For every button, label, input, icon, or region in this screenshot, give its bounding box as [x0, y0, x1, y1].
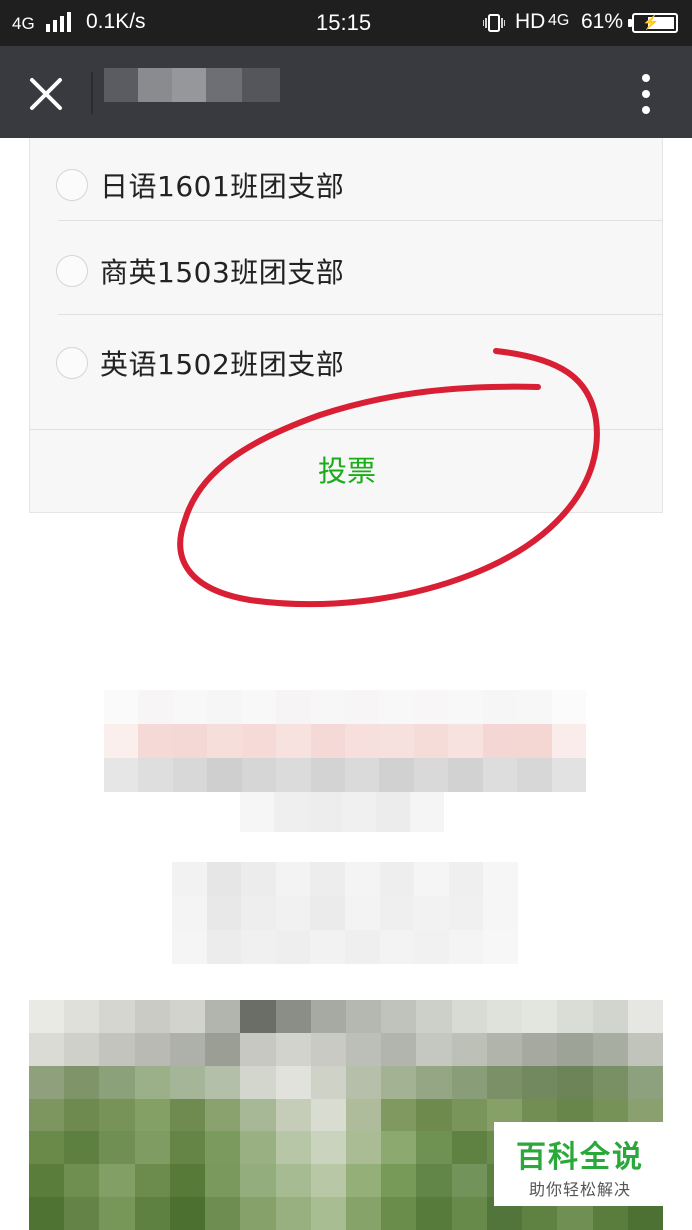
poll-option[interactable]: 日语1601班团支部 [30, 138, 664, 232]
radio-button[interactable] [56, 169, 88, 201]
vote-button[interactable]: 投票 [30, 430, 664, 512]
battery-percent: 61% [581, 10, 624, 33]
radio-button[interactable] [56, 347, 88, 379]
title-divider [91, 72, 93, 114]
watermark-subtitle: 助你轻松解决 [528, 1180, 631, 1199]
poll-option-label: 日语1601班团支部 [100, 170, 345, 203]
more-icon[interactable] [630, 72, 662, 116]
watermark-title: 百科全说 [516, 1140, 644, 1175]
blurred-content [240, 792, 444, 832]
signal-icon [46, 12, 72, 32]
battery-charging-icon: ⚡ [628, 13, 678, 33]
clock: 15:15 [316, 10, 372, 35]
poll-option[interactable]: 英语1502班团支部 [30, 314, 664, 408]
watermark-logo: 百科全说 助你轻松解决 [494, 1122, 666, 1206]
radio-button[interactable] [56, 255, 88, 287]
network-speed: 0.1K/s [86, 10, 146, 33]
blurred-content [104, 690, 586, 792]
hd-indicator: HD [515, 10, 546, 33]
network-type-secondary: 4G [548, 12, 570, 29]
title-bar [0, 46, 692, 138]
blurred-content [172, 862, 518, 964]
status-bar: 4G 0.1K/s 15:15 HD 4G 61% ⚡ [0, 0, 692, 46]
close-icon[interactable] [22, 70, 70, 118]
page-title-blurred [104, 68, 280, 102]
poll-option-label: 英语1502班团支部 [100, 348, 345, 381]
network-type: 4G [12, 14, 35, 33]
poll-option-label: 商英1503班团支部 [100, 256, 345, 289]
poll-card: 日语1601班团支部 商英1503班团支部 英语1502班团支部 投票 [29, 138, 663, 513]
vibrate-icon [483, 14, 505, 32]
poll-option[interactable]: 商英1503班团支部 [30, 220, 664, 314]
